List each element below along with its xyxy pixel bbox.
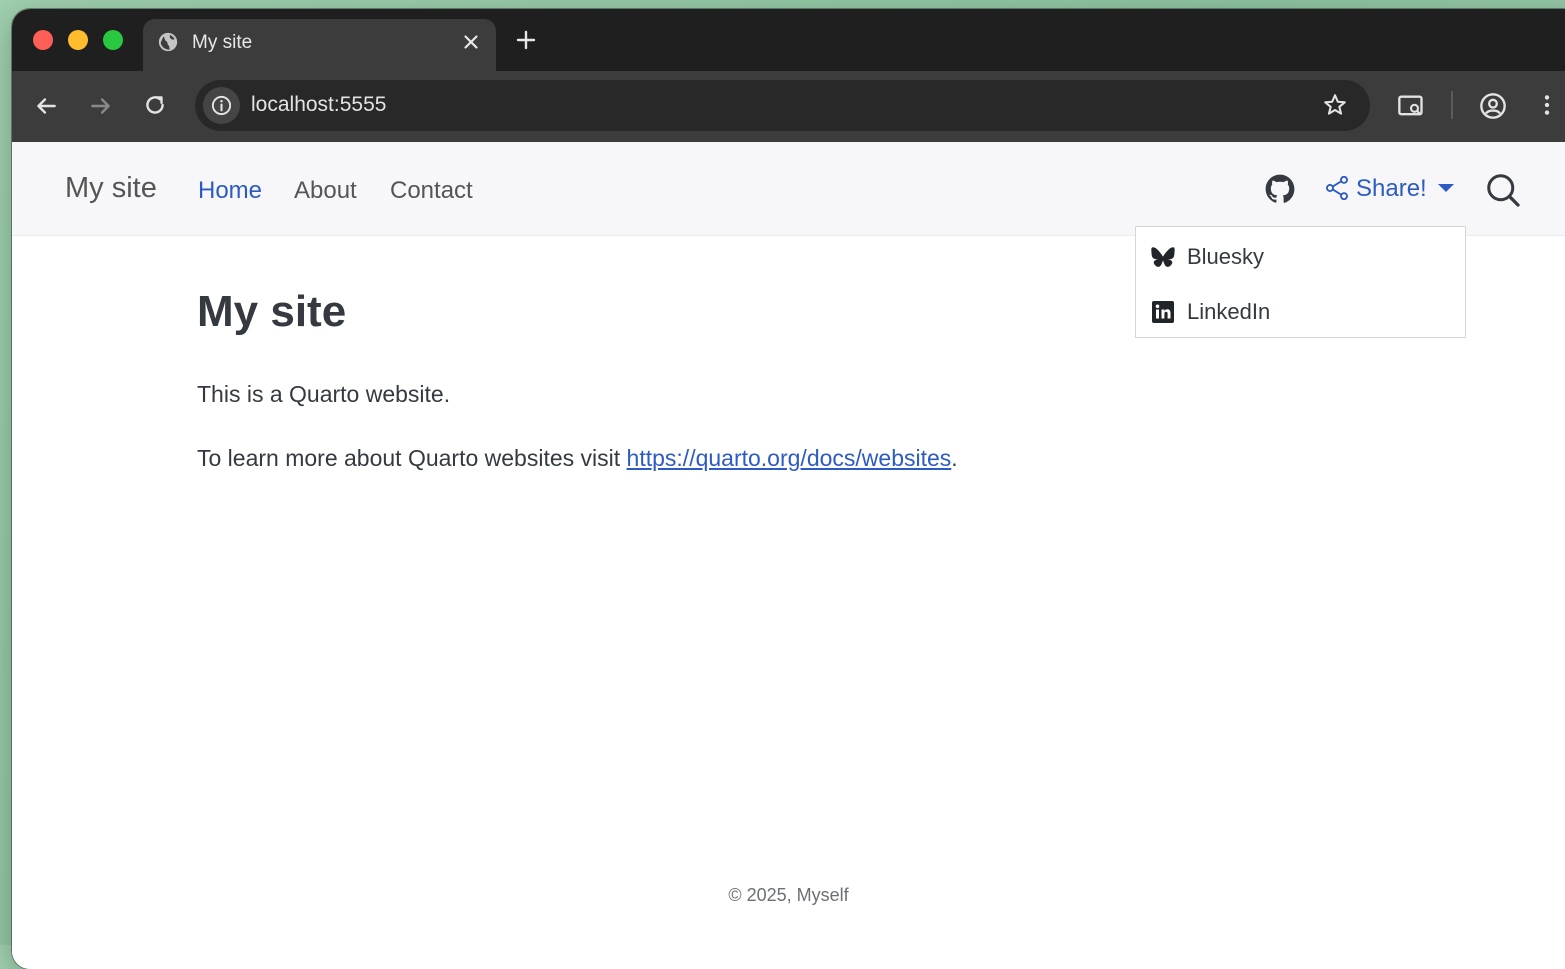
close-icon[interactable]: [460, 31, 482, 53]
bluesky-icon: [1151, 247, 1175, 267]
tab-title: My site: [192, 32, 253, 53]
tab-strip: My site: [12, 9, 1565, 71]
plus-icon[interactable]: [514, 28, 538, 52]
kebab-menu-icon[interactable]: [1534, 92, 1560, 118]
nav-link-contact[interactable]: Contact: [390, 177, 473, 205]
linkedin-icon: [1152, 301, 1174, 323]
learn-more-prefix: To learn more about Quarto websites visi…: [197, 445, 627, 471]
learn-more-paragraph: To learn more about Quarto websites visi…: [197, 445, 958, 472]
nav-link-about[interactable]: About: [294, 177, 357, 205]
back-arrow-icon[interactable]: [33, 93, 59, 119]
browser-window: My site localhost:5555 My site Home Abou…: [12, 9, 1565, 969]
browser-tab[interactable]: My site: [143, 19, 496, 71]
window-maximize-button[interactable]: [103, 30, 123, 50]
dropdown-item-bluesky[interactable]: Bluesky: [1136, 233, 1465, 283]
dropdown-item-label: Bluesky: [1187, 244, 1265, 269]
address-bar[interactable]: localhost:5555: [195, 80, 1370, 131]
forward-arrow-icon[interactable]: [88, 93, 114, 119]
globe-icon: [158, 32, 178, 52]
share-icon: [1326, 175, 1348, 201]
site-navbar: My site Home About Contact Share!: [12, 142, 1565, 236]
quarto-docs-link[interactable]: https://quarto.org/docs/websites: [627, 445, 952, 471]
caret-down-icon: [1438, 184, 1454, 192]
window-minimize-button[interactable]: [68, 30, 88, 50]
reload-icon[interactable]: [142, 92, 168, 118]
intro-paragraph: This is a Quarto website.: [197, 381, 451, 407]
info-icon: [211, 95, 232, 116]
site-info-button[interactable]: [203, 87, 240, 124]
search-icon[interactable]: [1485, 172, 1521, 208]
page-title: My site: [197, 287, 347, 336]
learn-more-suffix: .: [951, 445, 958, 471]
url-text[interactable]: localhost:5555: [251, 93, 386, 117]
dropdown-item-label: LinkedIn: [1187, 299, 1271, 324]
window-close-button[interactable]: [33, 30, 53, 50]
page-footer: © 2025, Myself: [728, 885, 849, 905]
site-brand[interactable]: My site: [65, 172, 157, 205]
toolbar-separator: [1451, 91, 1453, 119]
share-label: Share!: [1356, 175, 1427, 202]
share-dropdown-menu: Bluesky LinkedIn: [1135, 226, 1466, 338]
browser-toolbar: localhost:5555: [12, 71, 1565, 142]
github-icon[interactable]: [1265, 174, 1295, 204]
profile-icon[interactable]: [1479, 92, 1507, 120]
star-icon[interactable]: [1322, 92, 1348, 118]
web-page: My site Home About Contact Share! Bluesk…: [12, 142, 1565, 969]
tab-search-icon[interactable]: [1397, 92, 1425, 120]
dropdown-item-linkedin[interactable]: LinkedIn: [1136, 288, 1465, 338]
nav-link-home[interactable]: Home: [198, 177, 262, 205]
